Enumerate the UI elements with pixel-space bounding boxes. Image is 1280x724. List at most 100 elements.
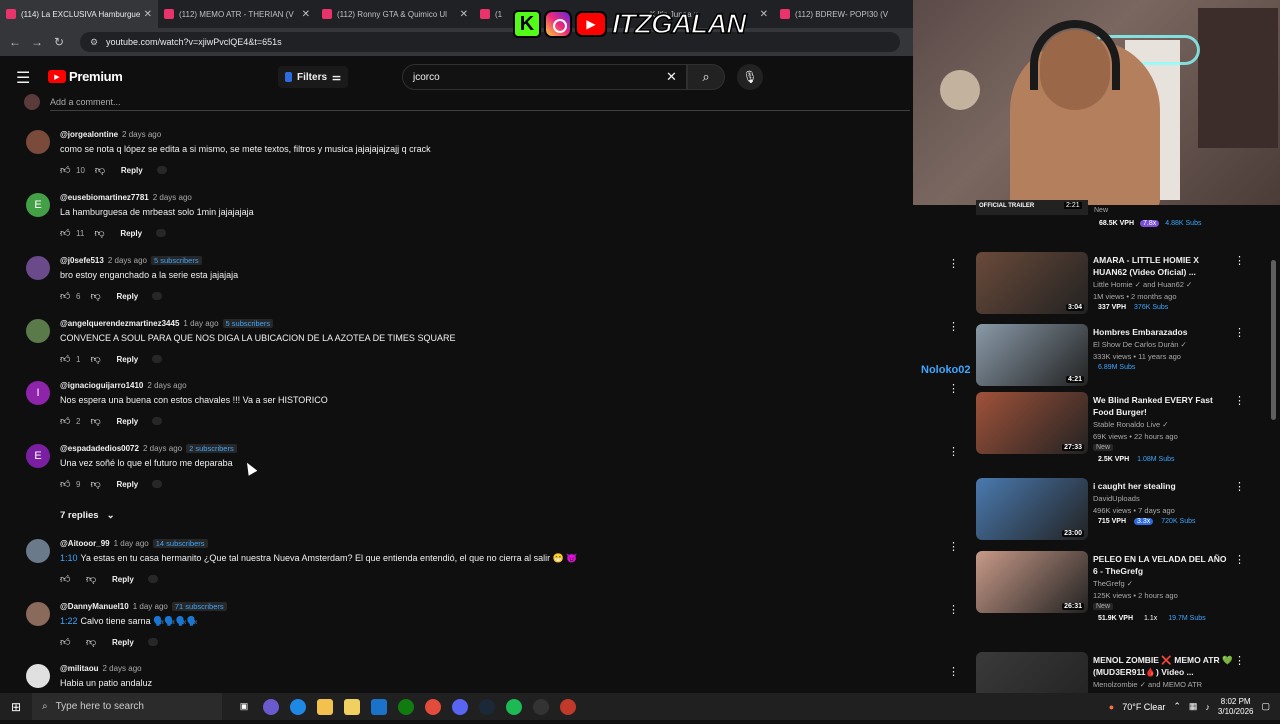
video-thumbnail[interactable]: 26:31	[976, 551, 1088, 613]
dislike-icon[interactable]: 👎︎	[86, 573, 98, 585]
more-options-icon[interactable]: ⋮	[948, 445, 959, 458]
video-thumbnail[interactable]: 3:04	[976, 252, 1088, 314]
related-video-item[interactable]: 27:33 We Blind Ranked EVERY Fast Food Bur…	[976, 392, 1256, 463]
file-explorer-icon[interactable]	[317, 698, 333, 715]
related-video-item[interactable]: 26:31 PELEO EN LA VELADA DEL AÑO 6 - TheG…	[976, 551, 1256, 622]
comment-time[interactable]: 2 days ago	[108, 256, 147, 265]
url-field[interactable]: ⚙ youtube.com/watch?v=xjiwPvclQE4&t=651s	[80, 32, 900, 52]
video-thumbnail[interactable]: 4:21	[976, 324, 1088, 386]
forward-arrow-icon[interactable]: →	[26, 35, 48, 49]
avatar[interactable]	[26, 664, 50, 688]
comment-time[interactable]: 2 days ago	[153, 193, 192, 202]
more-options-icon[interactable]: ⋮	[948, 257, 959, 270]
avatar[interactable]	[26, 130, 50, 154]
dislike-icon[interactable]: 👎︎	[90, 478, 102, 490]
channel-name[interactable]: TheGrefg ✓	[1093, 579, 1133, 588]
more-options-icon[interactable]: ⋮	[948, 320, 959, 333]
network-icon[interactable]: ▦	[1189, 701, 1198, 712]
comment-author[interactable]: @ignacioguijarro1410	[60, 381, 143, 390]
channel-name[interactable]: Menolzombie ✓ and MEMO ATR	[1093, 680, 1202, 689]
video-thumbnail[interactable]: 23:00	[976, 478, 1088, 540]
weather-text[interactable]: 70°F Clear	[1122, 702, 1165, 712]
channel-name[interactable]: El Show De Carlos Durán ✓	[1093, 340, 1187, 349]
video-title[interactable]: i caught her stealing	[1093, 480, 1233, 492]
filters-button[interactable]: Filters ⚌	[278, 66, 348, 88]
comment-author[interactable]: @espadadedios0072	[60, 444, 139, 453]
tray-chevron-icon[interactable]: ⌃	[1173, 701, 1181, 712]
reload-icon[interactable]: ↻	[48, 35, 70, 49]
comment-author[interactable]: @DannyManuel10	[60, 602, 129, 611]
more-options-icon[interactable]: ⋮	[948, 603, 959, 616]
more-options-icon[interactable]	[152, 480, 163, 488]
close-tab-icon[interactable]: ✕	[302, 9, 310, 20]
clear-search-icon[interactable]: ✕	[666, 69, 677, 85]
sidebar-scrollbar[interactable]	[1271, 260, 1276, 420]
edge-icon[interactable]	[290, 698, 306, 715]
chrome-profile-icon[interactable]	[560, 698, 576, 715]
comment-time[interactable]: 2 days ago	[102, 664, 141, 673]
search-button[interactable]: ⌕	[687, 64, 725, 90]
reply-button[interactable]: Reply	[112, 575, 134, 584]
avatar[interactable]	[26, 319, 50, 343]
browser-tab[interactable]: (114) La EXCLUSIVA Hamburguesa ✕	[0, 0, 158, 28]
more-options-icon[interactable]: ⋮	[1234, 326, 1245, 339]
steam-icon[interactable]	[479, 698, 495, 715]
chrome-icon[interactable]	[425, 698, 441, 715]
avatar[interactable]	[26, 539, 50, 563]
more-options-icon[interactable]	[147, 638, 158, 646]
reply-button[interactable]: Reply	[116, 417, 138, 426]
dislike-icon[interactable]: 👎︎	[94, 227, 106, 239]
like-icon[interactable]: 👍︎	[60, 164, 72, 176]
more-options-icon[interactable]	[152, 292, 163, 300]
comment-time[interactable]: 2 days ago	[147, 381, 186, 390]
reply-button[interactable]: Reply	[121, 166, 143, 175]
comment-time[interactable]: 1 day ago	[133, 602, 168, 611]
more-options-icon[interactable]: ⋮	[1234, 553, 1245, 566]
reply-button[interactable]: Reply	[116, 292, 138, 301]
video-thumbnail[interactable]: 27:33	[976, 392, 1088, 454]
more-options-icon[interactable]: ⋮	[1234, 254, 1245, 267]
reply-button[interactable]: Reply	[120, 229, 142, 238]
video-title[interactable]: MENOL ZOMBIE ❌ MEMO ATR 💚 (MUD3ER911🩸) V…	[1093, 654, 1233, 678]
obs-icon[interactable]	[533, 698, 549, 715]
dislike-icon[interactable]: 👎︎	[95, 164, 107, 176]
video-title[interactable]: We Blind Ranked EVERY Fast Food Burger!	[1093, 394, 1233, 418]
more-options-icon[interactable]	[156, 229, 167, 237]
more-options-icon[interactable]: ⋮	[948, 540, 959, 553]
close-tab-icon[interactable]: ✕	[144, 9, 152, 20]
volume-icon[interactable]: ♪	[1205, 702, 1210, 712]
more-options-icon[interactable]: ⋮	[948, 665, 959, 678]
video-title[interactable]: PELEO EN LA VELADA DEL AÑO 6 - TheGrefg	[1093, 553, 1233, 577]
dislike-icon[interactable]: 👎︎	[90, 415, 102, 427]
channel-name[interactable]: Stable Ronaldo Live ✓	[1093, 420, 1169, 429]
related-video-item[interactable]: 23:00 i caught her stealing DavidUploads 49…	[976, 478, 1256, 542]
notifications-icon[interactable]: ▢	[1261, 701, 1270, 712]
like-icon[interactable]: 👍︎	[60, 227, 72, 239]
comment-timestamp-link[interactable]: 1:22	[60, 616, 78, 626]
channel-name[interactable]: Little Homie ✓ and Huan62 ✓	[1093, 280, 1192, 289]
outlook-icon[interactable]	[371, 698, 387, 715]
close-tab-icon[interactable]: ✕	[760, 9, 768, 20]
calculator-icon[interactable]	[344, 698, 360, 715]
site-info-icon[interactable]: ⚙	[90, 37, 100, 47]
spotify-icon[interactable]	[506, 698, 522, 715]
video-title[interactable]: AMARA - LITTLE HOMIE X HUAN62 (Video Ofi…	[1093, 254, 1233, 278]
dislike-icon[interactable]: 👎︎	[86, 636, 98, 648]
more-options-icon[interactable]: ⋮	[1234, 394, 1245, 407]
avatar[interactable]	[26, 256, 50, 280]
like-icon[interactable]: 👍︎	[60, 478, 72, 490]
comment-time[interactable]: 1 day ago	[114, 539, 149, 548]
dislike-icon[interactable]: 👎︎	[90, 353, 102, 365]
video-title[interactable]: Hombres Embarazados	[1093, 326, 1233, 338]
back-arrow-icon[interactable]: ←	[4, 35, 26, 49]
dislike-icon[interactable]: 👎︎	[90, 290, 102, 302]
comment-time[interactable]: 1 day ago	[183, 319, 218, 328]
search-input[interactable]: jcorco	[402, 64, 687, 90]
comment-time[interactable]: 2 days ago	[143, 444, 182, 453]
like-icon[interactable]: 👍︎	[60, 290, 72, 302]
reply-button[interactable]: Reply	[116, 355, 138, 364]
replies-toggle-button[interactable]: 7 replies ⌄	[60, 510, 115, 521]
more-options-icon[interactable]: ⋮	[1234, 480, 1245, 493]
like-icon[interactable]: 👍︎	[60, 573, 72, 585]
like-icon[interactable]: 👍︎	[60, 353, 72, 365]
